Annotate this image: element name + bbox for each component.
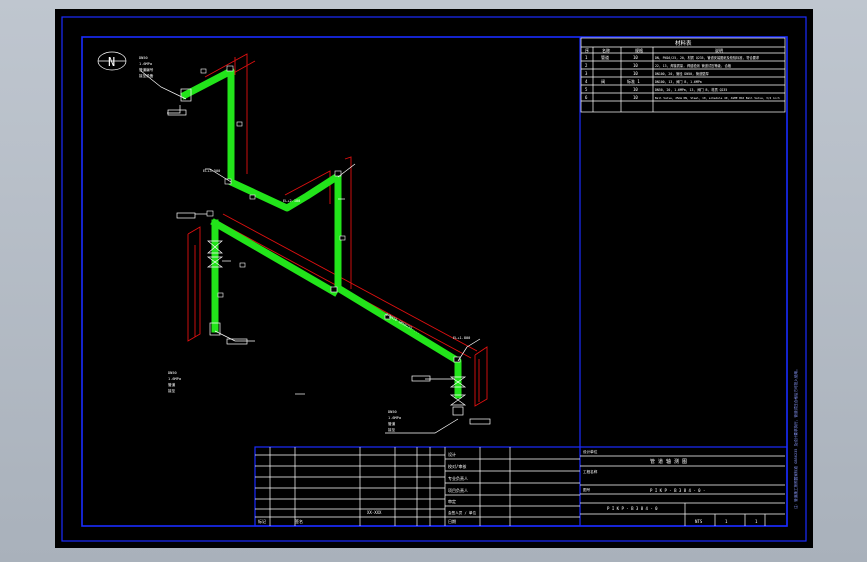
tb-designer-label: 签名 <box>295 518 303 524</box>
tb-label-mark: 标记 <box>258 518 266 524</box>
svg-text:阀: 阀 <box>601 78 605 84</box>
svg-text:22, 13, 焊接质量, 焊缝检测 管道试压等级, 合格: 22, 13, 焊接质量, 焊缝检测 管道试压等级, 合格 <box>655 63 732 68</box>
table-row: 2 10 22, 13, 焊接质量, 焊缝检测 管道试压等级, 合格 <box>585 63 732 68</box>
table-row: 3 10 DN100, 20, 管径 DN50, 管道壁厚 <box>585 71 709 76</box>
svg-text:2: 2 <box>585 63 588 68</box>
callout-top-left: DN50 1.6MPa 管道编号 接至设备 <box>139 56 154 78</box>
material-header-2: 规格 <box>635 47 643 53</box>
svg-text:DN100, 20, 管径 DN50, 管道壁厚: DN100, 20, 管径 DN50, 管道壁厚 <box>655 71 709 76</box>
svg-text:10: 10 <box>633 63 638 68</box>
svg-text:10: 10 <box>633 71 638 76</box>
tb-sheet: 1 <box>725 519 728 524</box>
flange-icon <box>180 88 464 416</box>
svg-text:10: 10 <box>633 87 638 92</box>
piping-isometric-drawing: 注：管道施工按照国家标准 GB50235 及设计要求执行，管道试压合格后方可投入… <box>61 16 807 542</box>
elevation-label: EL+3.500 <box>203 169 220 173</box>
svg-text:6: 6 <box>585 95 588 100</box>
svg-text:Ball Valve, 25mm DN, Steel, 10: Ball Valve, 25mm DN, Steel, 10, schedule… <box>655 96 780 100</box>
svg-text:10: 10 <box>633 55 638 60</box>
tb-scale: NTS <box>695 519 703 524</box>
tb-drawing-no: P I K P - B 3 8 4 - 0 - <box>650 488 705 493</box>
table-row: 4 阀 标准 1 DN100, 13, 阀门 B, 1.6MPa <box>585 78 702 84</box>
svg-text:DN50: DN50 <box>139 56 148 60</box>
svg-text:接至: 接至 <box>168 388 176 393</box>
svg-text:DN50: DN50 <box>388 410 397 414</box>
label-box-bottom-left <box>226 338 248 345</box>
tb-company: 设计单位 <box>583 449 598 454</box>
svg-text:管道: 管道 <box>601 54 609 60</box>
svg-text:接至设备: 接至设备 <box>139 73 154 78</box>
tb-role-4: 审定 <box>448 498 456 504</box>
tb-role-3: 项目负责人 <box>448 487 468 493</box>
elevation-label: EL+1.800 <box>453 336 470 340</box>
svg-text:管道编号: 管道编号 <box>139 67 154 72</box>
label-box-top-left <box>167 109 187 116</box>
svg-text:10: 10 <box>633 95 638 100</box>
tb-drawing-title: 管 道 轴 测 图 <box>650 458 687 465</box>
elevation-label: EL+2.100 <box>283 199 300 203</box>
table-row: 6 10 Ball Valve, 25mm DN, Steel, 10, sch… <box>585 95 780 100</box>
callout-leaders <box>140 70 481 434</box>
label-box-left-mid <box>176 212 196 219</box>
tb-role-6: 日期 <box>448 518 456 524</box>
material-header-0: 序 <box>585 47 589 53</box>
material-table-title: 材料表 <box>675 39 692 47</box>
tb-role-0: 设计 <box>448 451 456 457</box>
svg-text:DN100, 13, 阀门 B, 1.6MPa: DN100, 13, 阀门 B, 1.6MPa <box>655 79 702 84</box>
svg-text:3: 3 <box>585 71 588 76</box>
tb-role-1: 校对/审核 <box>448 463 466 469</box>
svg-text:标准 1: 标准 1 <box>627 78 640 84</box>
svg-text:DN50, 20, 1.6MPa, 13, 阀门 B, 材质: DN50, 20, 1.6MPa, 13, 阀门 B, 材质 Q235 <box>655 87 727 92</box>
svg-text:接至: 接至 <box>388 427 396 432</box>
label-box-bottom-right <box>469 418 491 425</box>
tb-center-code: XX-XXX <box>367 510 382 515</box>
svg-text:管道: 管道 <box>388 421 396 426</box>
north-arrow-icon: N <box>97 51 127 71</box>
svg-text:5: 5 <box>585 87 588 92</box>
svg-text:1: 1 <box>585 55 588 60</box>
table-row: 5 10 DN50, 20, 1.6MPa, 13, 阀门 B, 材质 Q235 <box>585 87 727 92</box>
valve-icon <box>206 240 231 268</box>
title-block: 标记 签名 XX-XXX 设计 校对/审核 专业负责人 项目负责人 审定 会签人… <box>255 447 785 526</box>
pipe-fittings <box>200 65 461 363</box>
cad-viewport[interactable]: 注：管道施工按照国家标准 GB50235 及设计要求执行，管道试压合格后方可投入… <box>55 9 813 548</box>
label-box-right <box>411 375 431 382</box>
material-header-3: 说明 <box>715 47 723 53</box>
svg-text:N: N <box>108 55 115 69</box>
svg-text:1.6MPa: 1.6MPa <box>168 377 181 381</box>
svg-text:DN50: DN50 <box>168 371 177 375</box>
svg-text:DN, PN16/25, 20, 材质 Q235, 管道安装: DN, PN16/25, 20, 材质 Q235, 管道安装图纸及检验标准, 符… <box>655 55 760 60</box>
material-table: 材料表 序 名称 规格 说明 1 管道 10 DN, PN16/25, 20, … <box>580 37 786 113</box>
material-header-1: 名称 <box>602 47 610 53</box>
callout-bottom-right: DN50 1.6MPa 管道 接至 <box>388 410 401 432</box>
tb-sheets: 1 <box>755 519 758 524</box>
pipe-route <box>180 67 462 399</box>
callout-mid-left: DN50 1.6MPa 管道 接至 <box>168 371 181 393</box>
table-row: 1 管道 10 DN, PN16/25, 20, 材质 Q235, 管道安装图纸… <box>585 54 760 60</box>
svg-text:4: 4 <box>585 79 588 84</box>
svg-text:1.6MPa: 1.6MPa <box>388 416 401 420</box>
tb-role-5: 会签人员 / 单位 <box>448 510 476 515</box>
svg-text:管道: 管道 <box>168 382 176 387</box>
tb-role-2: 专业负责人 <box>448 475 468 481</box>
tb-project-label: 工程名称 <box>583 469 598 474</box>
side-note: 注：管道施工按照国家标准 GB50235 及设计要求执行，管道试压合格后方可投入… <box>793 367 798 509</box>
svg-text:1.6MPa: 1.6MPa <box>139 62 152 66</box>
tb-drawing-no-label: 图号 <box>583 487 591 492</box>
tb-sub-no: P I K P - B 3 8 4 - 0 <box>607 506 658 511</box>
